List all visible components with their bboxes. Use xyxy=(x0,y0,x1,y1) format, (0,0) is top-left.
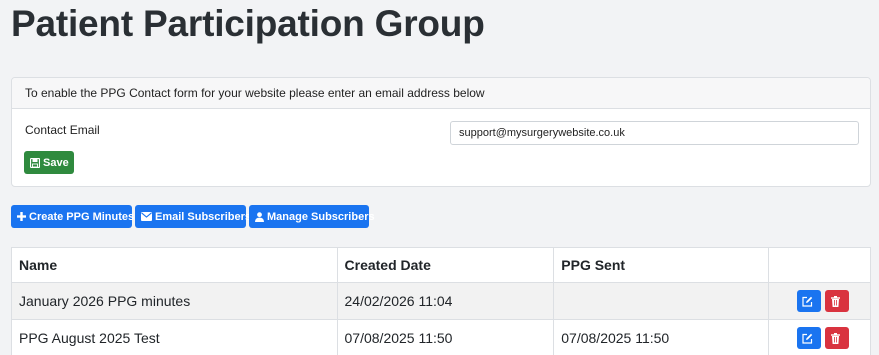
email-subscribers-label: Email Subscribers xyxy=(155,210,251,223)
edit-icon xyxy=(802,296,813,307)
row-created-date: 24/02/2026 11:04 xyxy=(336,282,555,320)
row-created-date: 07/08/2025 11:50 xyxy=(336,319,555,355)
edit-icon xyxy=(802,333,813,344)
contact-email-label: Contact Email xyxy=(25,123,100,137)
save-button-label: Save xyxy=(43,156,69,169)
row-ppg-sent xyxy=(553,282,770,320)
column-header-actions xyxy=(768,247,871,283)
page-title: Patient Participation Group xyxy=(11,3,485,44)
delete-button[interactable] xyxy=(825,327,849,349)
ppg-minutes-table: Name Created Date PPG Sent January 2026 … xyxy=(11,247,871,355)
row-ppg-sent: 07/08/2025 11:50 xyxy=(553,319,770,355)
card-header: To enable the PPG Contact form for your … xyxy=(12,78,870,109)
edit-button[interactable] xyxy=(797,327,821,349)
save-button[interactable]: Save xyxy=(24,151,74,174)
edit-button[interactable] xyxy=(797,290,821,312)
delete-button[interactable] xyxy=(825,290,849,312)
column-header-ppg-sent: PPG Sent xyxy=(553,247,770,283)
save-icon xyxy=(30,157,40,168)
row-name: PPG August 2025 Test xyxy=(11,319,338,355)
envelope-icon xyxy=(141,212,152,221)
row-actions xyxy=(768,282,871,320)
create-ppg-minutes-label: Create PPG Minutes xyxy=(29,210,135,223)
table-row: PPG August 2025 Test 07/08/2025 11:50 07… xyxy=(11,319,871,355)
trash-icon xyxy=(831,332,840,344)
column-header-name: Name xyxy=(11,247,338,283)
manage-subscribers-label: Manage Subscribers xyxy=(267,210,375,223)
table-row: January 2026 PPG minutes 24/02/2026 11:0… xyxy=(11,282,871,320)
column-header-created-date: Created Date xyxy=(336,247,555,283)
email-subscribers-button[interactable]: Email Subscribers xyxy=(135,205,251,228)
contact-email-card: To enable the PPG Contact form for your … xyxy=(11,77,871,187)
row-name: January 2026 PPG minutes xyxy=(11,282,338,320)
manage-subscribers-button[interactable]: Manage Subscribers xyxy=(249,205,375,228)
table-header-row: Name Created Date PPG Sent xyxy=(11,247,871,283)
contact-email-input[interactable] xyxy=(450,121,859,145)
user-icon xyxy=(255,211,264,222)
plus-icon xyxy=(17,212,26,221)
create-ppg-minutes-button[interactable]: Create PPG Minutes xyxy=(11,205,135,228)
row-actions xyxy=(768,319,871,355)
trash-icon xyxy=(831,295,840,307)
